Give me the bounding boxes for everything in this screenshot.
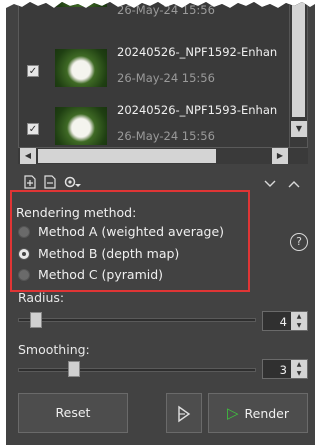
- play-outline-icon: [177, 405, 191, 422]
- chevron-down-icon[interactable]: [264, 174, 278, 190]
- smoothing-slider[interactable]: [18, 368, 256, 372]
- add-file-icon[interactable]: [24, 174, 38, 190]
- radius-slider[interactable]: [18, 318, 256, 322]
- smoothing-label: Smoothing:: [18, 342, 90, 357]
- file-date: 26-May-24 15:56: [117, 3, 215, 17]
- radio-button[interactable]: [18, 269, 30, 281]
- file-date: 26-May-24 15:56: [117, 71, 215, 85]
- scrollbar-corner: [290, 148, 308, 164]
- radio-label: Method A (weighted average): [38, 224, 225, 239]
- spin-arrows-icon[interactable]: ▲ ▼: [291, 312, 307, 330]
- radio-method-b[interactable]: Method B (depth map): [18, 245, 248, 263]
- preview-button[interactable]: [166, 393, 202, 433]
- scroll-left-icon[interactable]: ◀: [20, 148, 36, 164]
- radius-value: 4: [279, 315, 287, 329]
- file-list[interactable]: 26-May-24 15:56 ✓ 20240526-_NPF1592-Enha…: [18, 2, 308, 148]
- vertical-scrollbar[interactable]: ▼: [289, 2, 307, 147]
- help-icon[interactable]: ?: [290, 233, 308, 251]
- remove-file-icon[interactable]: [44, 174, 58, 190]
- settings-icon[interactable]: [64, 174, 82, 190]
- stacking-panel: 26-May-24 15:56 ✓ 20240526-_NPF1592-Enha…: [6, 2, 315, 445]
- list-item[interactable]: ✓ 20240526-_NPF1593-Enhan 26-May-24 15:5…: [19, 99, 289, 147]
- radius-slider-thumb[interactable]: [30, 312, 42, 328]
- scrollbar-thumb[interactable]: [38, 149, 216, 163]
- radius-label: Radius:: [18, 290, 65, 305]
- scrollbar-thumb[interactable]: [292, 2, 305, 117]
- scroll-down-icon[interactable]: ▼: [291, 121, 307, 137]
- radio-label: Method C (pyramid): [38, 267, 164, 282]
- smoothing-slider-thumb[interactable]: [68, 361, 80, 377]
- render-button[interactable]: ▷ Render: [208, 393, 308, 433]
- thumbnail: [55, 107, 107, 145]
- render-label: Render: [244, 406, 290, 421]
- file-checkbox[interactable]: ✓: [27, 123, 39, 135]
- smoothing-value: 3: [279, 363, 287, 377]
- radio-label: Method B (depth map): [38, 246, 180, 261]
- file-date: 26-May-24 15:56: [117, 129, 215, 143]
- file-checkbox[interactable]: ✓: [27, 65, 39, 77]
- smoothing-spinbox[interactable]: 3 ▲ ▼: [262, 359, 308, 379]
- radio-method-c[interactable]: Method C (pyramid): [18, 266, 248, 284]
- radio-button[interactable]: [18, 226, 30, 238]
- rendering-method-label: Rendering method:: [16, 205, 137, 220]
- scroll-right-icon[interactable]: ▶: [272, 148, 288, 164]
- file-name: 20240526-_NPF1593-Enhan: [117, 103, 278, 117]
- file-name: 20240526-_NPF1592-Enhan: [117, 45, 278, 59]
- reset-button[interactable]: Reset: [18, 393, 128, 433]
- play-icon: ▷: [226, 404, 239, 422]
- thumbnail: [55, 49, 107, 87]
- radio-method-a[interactable]: Method A (weighted average): [18, 223, 248, 241]
- chevron-up-icon[interactable]: [288, 174, 302, 190]
- radius-spinbox[interactable]: 4 ▲ ▼: [262, 311, 308, 331]
- horizontal-scrollbar[interactable]: ◀ ▶: [18, 148, 290, 164]
- spin-arrows-icon[interactable]: ▲ ▼: [291, 360, 307, 378]
- file-toolbar: [24, 172, 304, 192]
- list-item[interactable]: ✓ 20240526-_NPF1592-Enhan 26-May-24 15:5…: [19, 39, 289, 101]
- radio-button[interactable]: [18, 248, 30, 260]
- list-item[interactable]: 26-May-24 15:56: [19, 2, 289, 27]
- thumbnail: [55, 2, 107, 7]
